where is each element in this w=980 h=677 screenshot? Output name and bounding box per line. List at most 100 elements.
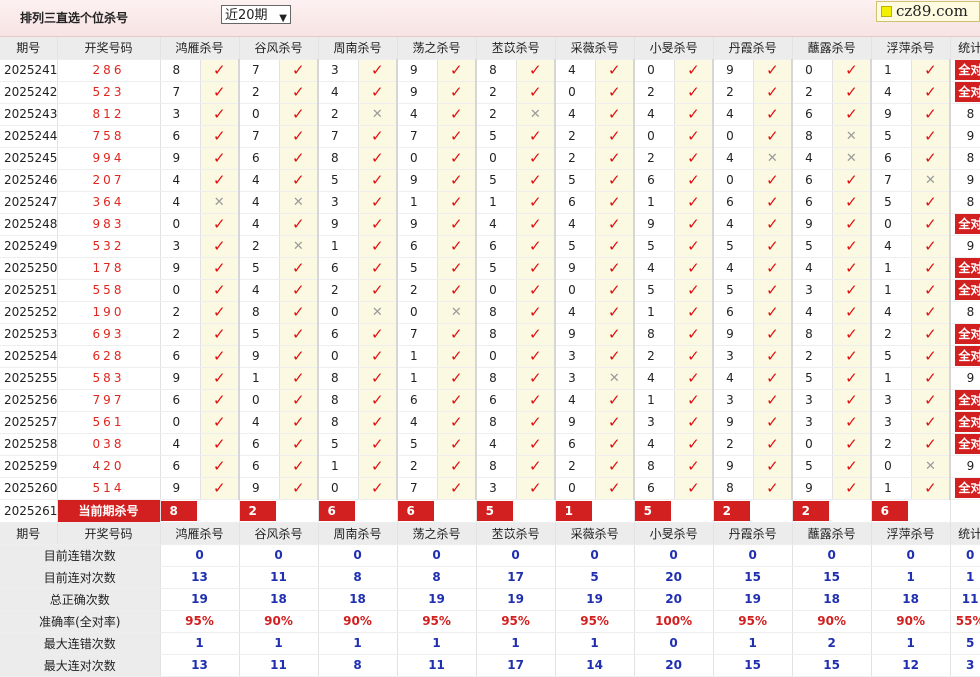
check-icon: ✓ — [924, 347, 937, 365]
kill-number-cell: 4 — [871, 235, 912, 258]
check-icon: ✓ — [371, 237, 384, 255]
kill-number-cell: 1 — [871, 279, 912, 302]
result-cell: ✓ — [674, 213, 715, 236]
kill-number-cell: 5 — [792, 455, 833, 478]
kill-number-cell: 4 — [713, 367, 754, 390]
kill-number-cell: 9 — [397, 213, 438, 236]
result-cell: ✓ — [516, 59, 557, 82]
kill-number-cell: 4 — [555, 103, 596, 126]
check-icon: ✓ — [924, 435, 937, 453]
kill-number-cell: 6 — [160, 455, 201, 478]
result-cell: ✓ — [832, 301, 873, 324]
result-cell: ✓ — [832, 367, 873, 390]
kill-number-cell: 8 — [239, 301, 280, 324]
kill-number-cell: 6 — [713, 301, 754, 324]
summary-value: 1 — [239, 632, 319, 655]
kill-number-cell: 7 — [239, 59, 280, 82]
col-header-expert: 浮萍杀号 — [871, 37, 951, 60]
summary-value: 5 — [950, 632, 980, 655]
kill-number-cell: 5 — [555, 235, 596, 258]
result-cell: ✓ — [674, 301, 715, 324]
summary-value: 18 — [871, 588, 951, 611]
result-cell: ✓ — [674, 125, 715, 148]
summary-value: 1 — [397, 632, 477, 655]
kill-number-cell: 2 — [713, 433, 754, 456]
result-cell: ✓ — [832, 59, 873, 82]
current-kill-label: 当前期杀号 — [57, 499, 159, 521]
result-cell: ✓ — [437, 455, 478, 478]
result-cell: ✓ — [753, 389, 794, 412]
cross-icon: ✕ — [529, 106, 541, 122]
result-cell: ✓ — [516, 455, 557, 478]
result-cell: ✓ — [358, 213, 399, 236]
check-icon: ✓ — [212, 413, 226, 431]
check-icon: ✓ — [212, 149, 226, 167]
check-icon: ✓ — [291, 457, 305, 475]
check-icon: ✓ — [766, 435, 779, 453]
check-icon: ✓ — [608, 303, 621, 321]
col-header-stat: 统计 — [950, 522, 980, 545]
kill-number-cell: 7 — [871, 169, 912, 192]
check-icon: ✓ — [291, 127, 305, 145]
check-icon: ✓ — [687, 149, 700, 167]
table-row: 2025259 420 6 ✓ 6 ✓ 1 ✓ 2 ✓ 8 ✓ 2 ✓ 8 ✓ 9 ✓ 5 ✓ 0 ✕ 9 — [0, 455, 980, 478]
result-cell: ✓ — [358, 433, 399, 456]
result-cell: ✓ — [279, 125, 320, 148]
current-kill-badge: 2 — [239, 500, 276, 521]
check-icon: ✓ — [766, 237, 779, 255]
result-cell: ✓ — [674, 345, 715, 368]
kill-number-cell: 1 — [397, 191, 438, 214]
period-cell: 2025260 — [0, 477, 58, 500]
col-header-expert: 蘸露杀号 — [792, 522, 872, 545]
current-kill-badge: 1 — [555, 500, 592, 521]
result-cell: ✓ — [437, 125, 478, 148]
kill-number-cell: 6 — [397, 389, 438, 412]
summary-value: 20 — [634, 566, 714, 589]
kill-number-cell: 6 — [792, 103, 833, 126]
check-icon: ✓ — [924, 193, 937, 211]
summary-value: 0 — [634, 544, 714, 567]
check-icon: ✓ — [291, 171, 305, 189]
col-header-expert: 鸿雁杀号 — [160, 37, 240, 60]
kill-number-cell: 0 — [871, 213, 912, 236]
result-cell: ✕ — [279, 191, 320, 214]
summary-value: 11 — [397, 654, 477, 677]
result-cell: ✓ — [753, 411, 794, 434]
check-icon: ✓ — [371, 281, 384, 299]
result-cell: ✓ — [279, 257, 320, 280]
result-cell: ✓ — [595, 345, 636, 368]
check-icon: ✓ — [450, 193, 463, 211]
kill-number-cell: 4 — [792, 147, 833, 170]
check-icon: ✓ — [687, 435, 700, 453]
result-cell: ✓ — [595, 125, 636, 148]
result-cell: ✓ — [516, 257, 557, 280]
result-cell: ✓ — [832, 213, 873, 236]
kill-number-cell: 4 — [555, 301, 596, 324]
kill-number-cell: 4 — [713, 147, 754, 170]
result-cell: ✓ — [516, 191, 557, 214]
kill-number-cell: 8 — [476, 411, 517, 434]
result-cell: ✓ — [200, 81, 241, 104]
check-icon: ✓ — [687, 259, 700, 277]
summary-value: 18 — [318, 588, 398, 611]
period-range-select[interactable]: 近20期 ▼ — [221, 5, 291, 24]
kill-number-cell: 5 — [713, 235, 754, 258]
kill-number-cell: 1 — [871, 477, 912, 500]
kill-number-cell: 2 — [713, 81, 754, 104]
check-icon: ✓ — [687, 127, 700, 145]
result-cell: ✓ — [911, 345, 952, 368]
col-header-expert: 蘸露杀号 — [792, 37, 872, 60]
kill-number-cell: 6 — [397, 235, 438, 258]
site-logo[interactable]: cz89.com — [876, 1, 980, 22]
result-cell: ✓ — [832, 169, 873, 192]
result-cell: ✓ — [832, 235, 873, 258]
result-cell: ✓ — [911, 147, 952, 170]
col-header-expert: 苤苡杀号 — [476, 37, 556, 60]
kill-number-cell: 6 — [713, 191, 754, 214]
kill-number-cell: 6 — [318, 257, 359, 280]
check-icon: ✓ — [845, 215, 858, 233]
result-cell: ✓ — [911, 301, 952, 324]
result-cell: ✓ — [200, 235, 241, 258]
result-cell: ✓ — [516, 433, 557, 456]
period-cell: 2025253 — [0, 323, 58, 346]
